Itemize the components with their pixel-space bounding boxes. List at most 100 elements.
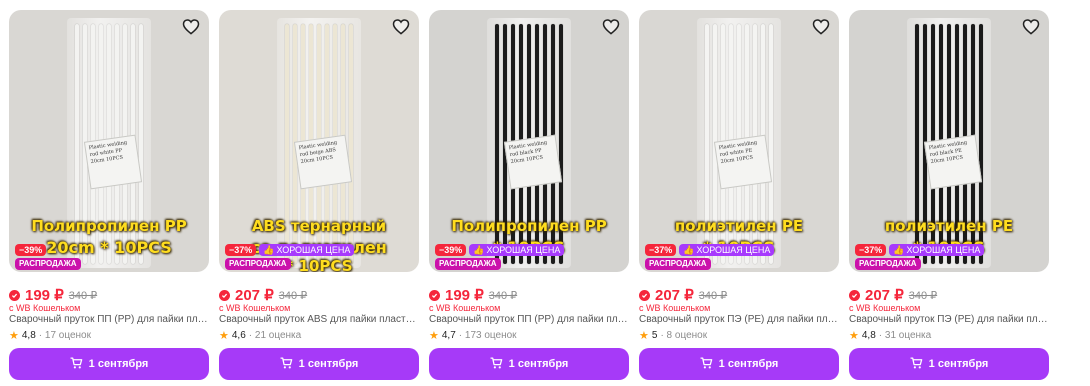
old-price: 340 ₽	[908, 289, 938, 302]
star-icon: ★	[639, 330, 649, 342]
review-count[interactable]: · 8 оценок	[660, 330, 707, 341]
price: 199 ₽	[445, 287, 484, 304]
cart-icon	[70, 356, 83, 372]
badges: −37% 👍 ХОРОШАЯ ЦЕНА РАСПРОДАЖА	[855, 244, 985, 272]
product-card[interactable]: Plastic welding rod black PE 20cm 10PCS …	[849, 10, 1049, 380]
product-name[interactable]: Сварочный пруток ПП (PP) для пайки пласт…	[9, 314, 209, 325]
discount-badge: −37%	[645, 244, 677, 256]
product-name[interactable]: Сварочный пруток ПП (PP) для пайки пласт…	[429, 314, 629, 325]
product-photo[interactable]: Plastic welding rod white PP 20cm 10PCS …	[9, 10, 209, 272]
rating: ★ 4,8 · 31 оценка	[849, 329, 931, 342]
badges: −37% 👍 ХОРОШАЯ ЦЕНА РАСПРОДАЖА	[645, 244, 775, 272]
price-row: 207 ₽ 340 ₽	[639, 286, 727, 304]
star-icon: ★	[9, 330, 19, 342]
price: 207 ₽	[235, 287, 274, 304]
good-price-label: ХОРОШАЯ ЦЕНА	[696, 245, 771, 255]
rating: ★ 4,7 · 173 оценок	[429, 329, 517, 342]
product-card[interactable]: Plastic welding rod white PE 20cm 10PCS …	[639, 10, 839, 380]
product-photo[interactable]: Plastic welding rod white PE 20cm 10PCS …	[639, 10, 839, 272]
product-grid: Plastic welding rod white PP 20cm 10PCS …	[0, 0, 1090, 386]
cart-icon	[910, 356, 923, 372]
badges: −39% 👍 ХОРОШАЯ ЦЕНА РАСПРОДАЖА	[435, 244, 565, 272]
star-icon: ★	[849, 330, 859, 342]
wallet-check-icon	[219, 289, 230, 301]
wallet-check-icon	[849, 289, 860, 301]
old-price: 340 ₽	[698, 289, 728, 302]
thumbs-up-icon: 👍	[893, 245, 905, 255]
old-price: 340 ₽	[488, 289, 518, 302]
rating-value: 4,7	[441, 330, 456, 341]
photo-caption-line1: ABS тернарный	[251, 217, 387, 235]
delivery-date: 1 сентября	[508, 358, 569, 370]
photo-caption-line1: полиэтилен PE	[674, 217, 804, 235]
product-card[interactable]: Plastic welding rod black PP 20cm 10PCS …	[429, 10, 629, 380]
price-row: 207 ₽ 340 ₽	[219, 286, 307, 304]
product-photo[interactable]: Plastic welding rod beige ABS 20cm 10PCS…	[219, 10, 419, 272]
add-to-cart-button[interactable]: 1 сентября	[639, 348, 839, 380]
old-price: 340 ₽	[68, 289, 98, 302]
heart-outline-icon[interactable]	[181, 16, 201, 36]
photo-caption-line1: полиэтилен PE	[884, 217, 1014, 235]
wallet-check-icon	[429, 289, 440, 301]
add-to-cart-button[interactable]: 1 сентября	[849, 348, 1049, 380]
photo-caption-line1: Полипропилен PP	[31, 217, 187, 235]
discount-badge: −39%	[435, 244, 467, 256]
add-to-cart-button[interactable]: 1 сентября	[429, 348, 629, 380]
wallet-note: с WB Кошельком	[639, 303, 711, 313]
delivery-date: 1 сентября	[88, 358, 149, 370]
delivery-date: 1 сентября	[298, 358, 359, 370]
add-to-cart-button[interactable]: 1 сентября	[9, 348, 209, 380]
sale-badge: РАСПРОДАЖА	[225, 258, 291, 270]
good-price-label: ХОРОШАЯ ЦЕНА	[486, 245, 561, 255]
add-to-cart-button[interactable]: 1 сентября	[219, 348, 419, 380]
wallet-check-icon	[9, 289, 20, 301]
product-label-tag: Plastic welding rod white PE 20cm 10PCS	[713, 134, 773, 190]
product-name[interactable]: Сварочный пруток ABS для пайки пластика	[219, 314, 419, 325]
sale-badge: РАСПРОДАЖА	[645, 258, 711, 270]
price-row: 199 ₽ 340 ₽	[9, 286, 97, 304]
rating-value: 5	[651, 330, 658, 341]
good-price-badge: 👍 ХОРОШАЯ ЦЕНА	[259, 244, 355, 256]
review-count[interactable]: · 17 оценок	[39, 330, 91, 341]
product-card[interactable]: Plastic welding rod white PP 20cm 10PCS …	[9, 10, 209, 380]
good-price-badge: 👍 ХОРОШАЯ ЦЕНА	[889, 244, 985, 256]
discount-badge: −37%	[225, 244, 257, 256]
rating: ★ 4,8 · 17 оценок	[9, 329, 91, 342]
product-photo[interactable]: Plastic welding rod black PP 20cm 10PCS …	[429, 10, 629, 272]
cart-icon	[490, 356, 503, 372]
delivery-date: 1 сентября	[718, 358, 779, 370]
wallet-note: с WB Кошельком	[9, 303, 81, 313]
sale-badge: РАСПРОДАЖА	[435, 258, 501, 270]
badges: −37% 👍 ХОРОШАЯ ЦЕНА РАСПРОДАЖА	[225, 244, 355, 272]
delivery-date: 1 сентября	[928, 358, 989, 370]
photo-caption-line1: Полипропилен PP	[451, 217, 607, 235]
price: 199 ₽	[25, 287, 64, 304]
rating-value: 4,8	[861, 330, 876, 341]
heart-outline-icon[interactable]	[601, 16, 621, 36]
product-label-tag: Plastic welding rod black PE 20cm 10PCS	[923, 134, 983, 190]
product-name[interactable]: Сварочный пруток ПЭ (PE) для пайки пласт…	[639, 314, 839, 325]
star-icon: ★	[219, 330, 229, 342]
discount-badge: −37%	[855, 244, 887, 256]
cart-icon	[280, 356, 293, 372]
review-count[interactable]: · 21 оценка	[249, 330, 301, 341]
thumbs-up-icon: 👍	[683, 245, 695, 255]
price-row: 207 ₽ 340 ₽	[849, 286, 937, 304]
heart-outline-icon[interactable]	[1021, 16, 1041, 36]
product-photo[interactable]: Plastic welding rod black PE 20cm 10PCS …	[849, 10, 1049, 272]
old-price: 340 ₽	[278, 289, 308, 302]
heart-outline-icon[interactable]	[391, 16, 411, 36]
review-count[interactable]: · 31 оценка	[879, 330, 931, 341]
good-price-badge: 👍 ХОРОШАЯ ЦЕНА	[469, 244, 565, 256]
product-label-tag: Plastic welding rod white PP 20cm 10PCS	[83, 134, 143, 190]
rating-value: 4,6	[231, 330, 246, 341]
wallet-note: с WB Кошельком	[429, 303, 501, 313]
thumbs-up-icon: 👍	[473, 245, 485, 255]
wallet-note: с WB Кошельком	[219, 303, 291, 313]
heart-outline-icon[interactable]	[811, 16, 831, 36]
sale-badge: РАСПРОДАЖА	[15, 258, 81, 270]
product-name[interactable]: Сварочный пруток ПЭ (PE) для пайки пласт…	[849, 314, 1049, 325]
price: 207 ₽	[865, 287, 904, 304]
review-count[interactable]: · 173 оценок	[459, 330, 517, 341]
product-card[interactable]: Plastic welding rod beige ABS 20cm 10PCS…	[219, 10, 419, 380]
